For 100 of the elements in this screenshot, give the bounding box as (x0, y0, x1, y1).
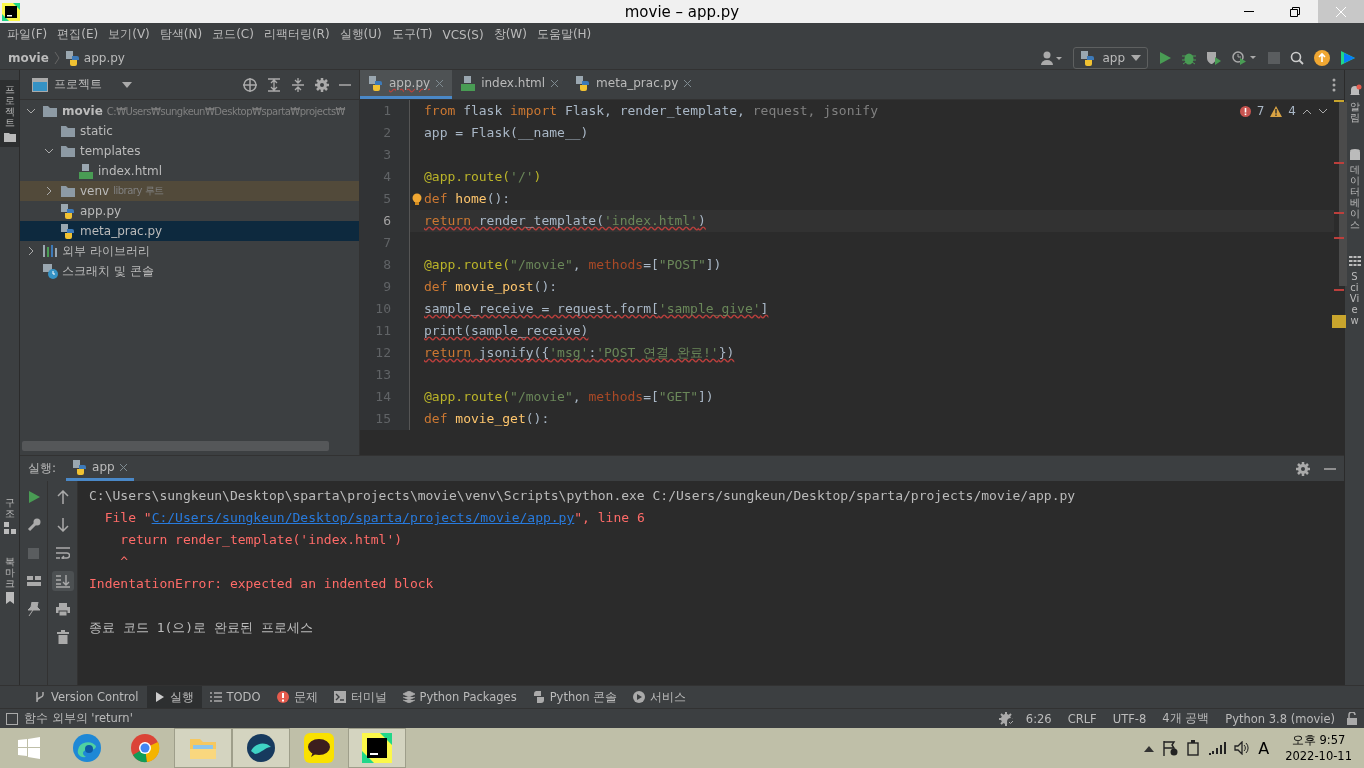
settings-icon[interactable] (1296, 461, 1310, 476)
close-icon[interactable] (683, 78, 693, 88)
tool-window-button[interactable]: 서비스 (625, 685, 695, 709)
tree-row[interactable]: index.html (20, 161, 359, 181)
close-icon[interactable] (118, 462, 128, 472)
collapse-all-icon[interactable] (291, 77, 305, 92)
expand-all-icon[interactable] (267, 77, 281, 92)
lightbulb-icon[interactable] (412, 193, 422, 205)
tool-window-button[interactable]: 실행 (146, 685, 202, 709)
breadcrumb-item[interactable]: movie (8, 50, 49, 65)
scroll-to-end-icon[interactable] (55, 574, 70, 588)
tool-window-button[interactable]: TODO (201, 685, 269, 709)
battery-icon[interactable] (1186, 740, 1201, 756)
code-line: def movie_post(): (424, 278, 558, 296)
editor-tab[interactable]: app.py (360, 70, 453, 99)
tool-window-button[interactable]: 북마크 (0, 552, 19, 608)
signal-icon[interactable] (1208, 741, 1227, 755)
chevron-down-icon[interactable] (1318, 107, 1328, 115)
search-icon[interactable] (1290, 50, 1304, 65)
menu-item[interactable]: 도움말(H) (531, 26, 597, 43)
shield-run-icon[interactable] (1206, 50, 1222, 65)
scrollbar[interactable] (22, 441, 329, 451)
restore-icon (1290, 6, 1300, 17)
tool-window-button[interactable]: 구조 (0, 493, 19, 538)
python-file-icon (368, 75, 384, 91)
pycharm-icon (362, 733, 392, 763)
menu-item[interactable]: 편집(E) (52, 26, 104, 43)
wrench-icon[interactable] (26, 518, 41, 532)
user-icon[interactable] (1041, 50, 1064, 65)
arrow-down-icon[interactable] (56, 518, 69, 532)
taskbar-app[interactable] (348, 728, 406, 768)
pin-icon[interactable] (27, 602, 40, 616)
profile-icon[interactable] (1232, 50, 1258, 65)
tree-row[interactable]: venv library 루트 (20, 181, 359, 201)
more-icon[interactable] (1332, 77, 1336, 92)
chevron-up-icon[interactable] (1144, 744, 1155, 752)
app-logo-icon[interactable] (1340, 49, 1356, 66)
tool-window-button[interactable]: 데이터베이스 (1345, 145, 1364, 234)
error-icon (276, 691, 289, 703)
tool-window-button[interactable]: 프로젝트 (0, 80, 19, 147)
status-item[interactable]: Python 3.8 (movie) (1220, 711, 1340, 726)
branch-icon (34, 691, 46, 703)
tree-row[interactable]: templates (20, 141, 359, 161)
tool-window-button[interactable]: Python 콘솔 (524, 685, 626, 709)
speaker-icon[interactable] (1234, 741, 1251, 755)
run-icon[interactable] (1158, 50, 1172, 65)
menu-item[interactable]: 도구(T) (386, 26, 438, 43)
status-item[interactable]: UTF-8 (1107, 711, 1152, 726)
code-line: sample_receive = request.form['sample_give'] (424, 300, 769, 318)
tree-row[interactable]: static (20, 121, 359, 141)
tree-row[interactable]: movie C:₩Users₩sungkeun₩Desktop₩sparta₩projects₩ (20, 101, 359, 121)
wrap-icon[interactable] (55, 547, 70, 559)
menu-item[interactable]: 리팩터링(R) (258, 26, 335, 43)
console-text: ", line 6 (574, 510, 645, 525)
scrollbar-thumb[interactable] (1339, 102, 1347, 286)
menu-item[interactable]: 파일(F) (2, 26, 53, 43)
tool-window-button[interactable]: 터미널 (325, 685, 395, 709)
tool-window-button[interactable]: Version Control (26, 685, 147, 709)
tool-window-button[interactable]: SciView (1345, 252, 1364, 330)
breadcrumb-item[interactable]: app.py (64, 49, 125, 66)
run-icon[interactable] (27, 491, 40, 503)
tree-row[interactable]: app.py (20, 201, 359, 221)
editor-tab[interactable]: index.html (452, 70, 568, 99)
close-icon[interactable] (550, 78, 560, 88)
tool-window-button[interactable]: 알림 (1345, 80, 1364, 127)
settings-icon[interactable] (315, 77, 329, 92)
taskbar-app[interactable] (232, 728, 290, 768)
run-config-dropdown[interactable]: app (1073, 46, 1148, 69)
layout-icon[interactable] (26, 576, 41, 586)
menu-item[interactable]: 코드(C) (207, 26, 259, 43)
flag-icon[interactable] (1162, 740, 1179, 756)
status-item[interactable]: CRLF (1062, 711, 1102, 726)
input-method-indicator[interactable]: A (1258, 738, 1270, 758)
status-item[interactable]: 6:26 (1020, 711, 1057, 726)
menu-item[interactable]: 보기(V) (103, 26, 155, 43)
menu-item[interactable]: VCS(S) (437, 27, 489, 42)
editor-tab[interactable]: meta_prac.py (567, 70, 701, 99)
tree-row[interactable]: meta_prac.py (20, 221, 359, 241)
arrow-up-icon[interactable] (56, 490, 69, 504)
menu-item[interactable]: 창(W) (488, 26, 532, 43)
lock-icon[interactable] (1346, 712, 1358, 725)
tree-row[interactable]: 스크래치 및 콘솔 (20, 261, 359, 281)
tree-label: movie (62, 104, 103, 118)
target-icon[interactable] (243, 77, 257, 92)
panel-title[interactable]: 프로젝트 (32, 76, 132, 93)
file-link[interactable]: C:/Users/sungkeun/Desktop/sparta/projects/movie/app.py (151, 510, 575, 525)
menu-item[interactable]: 실행(U) (334, 26, 387, 43)
tool-window-button[interactable]: Python Packages (394, 685, 525, 709)
tree-row[interactable]: 외부 라이브러리 (20, 241, 359, 261)
code-line: @app.route("/movie", methods=["POST"]) (424, 256, 722, 274)
clock[interactable]: 오후 9:57 2022-10-11 (1285, 732, 1352, 764)
chevron-up-icon[interactable] (1302, 107, 1312, 115)
print-icon[interactable] (55, 602, 70, 616)
console-text: return render_template('index.html') (119, 532, 403, 547)
trash-icon[interactable] (56, 630, 69, 644)
status-item[interactable]: 4개 공백 (1157, 711, 1215, 726)
update-icon[interactable] (1314, 49, 1330, 66)
tool-window-button[interactable]: 문제 (268, 685, 326, 709)
menu-item[interactable]: 탐색(N) (154, 26, 208, 43)
layers-icon (402, 691, 415, 703)
